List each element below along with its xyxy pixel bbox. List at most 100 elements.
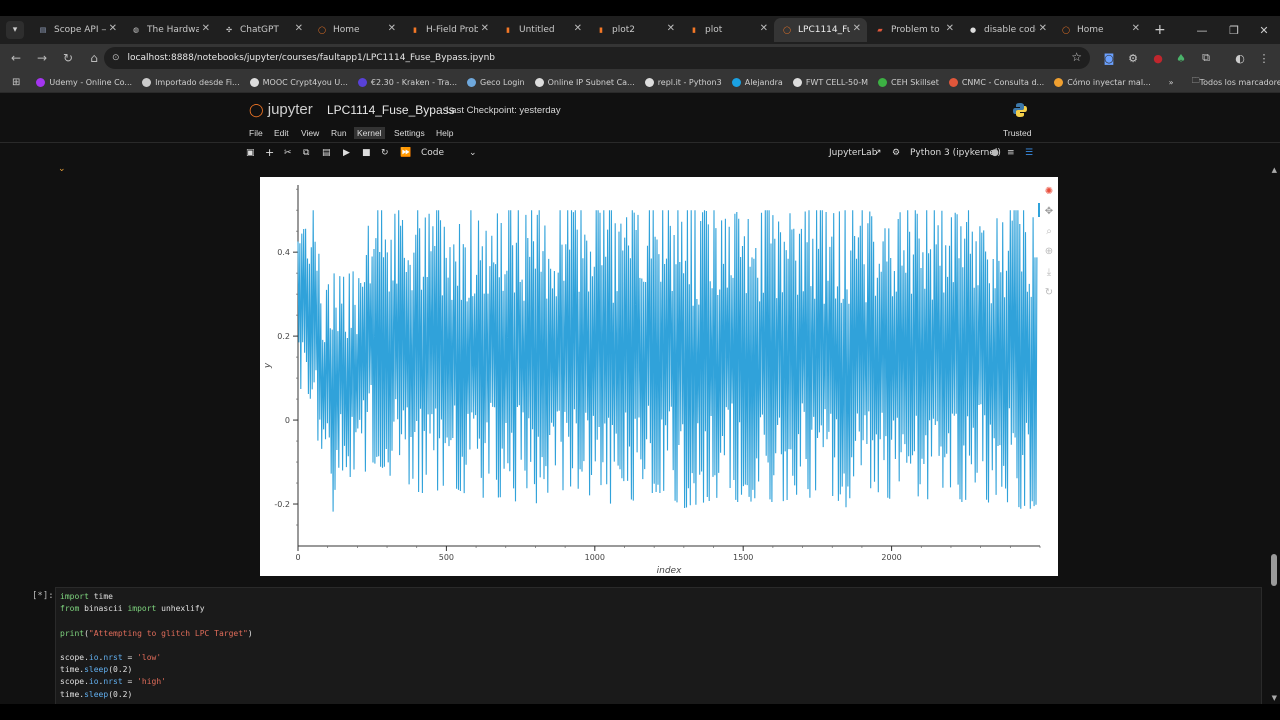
bookmark-item[interactable]: CNMC - Consulta d...: [948, 77, 1044, 87]
save-icon[interactable]: ▣: [246, 148, 255, 158]
bookmark-star-icon[interactable]: ☆: [1071, 50, 1082, 64]
close-tab-icon[interactable]: ✕: [388, 23, 396, 34]
close-tab-icon[interactable]: ✕: [574, 23, 582, 34]
bookmark-item[interactable]: FWT CELL-50-M: [792, 77, 868, 87]
browser-tab[interactable]: ● disable code ✕: [960, 18, 1053, 42]
scrollbar-thumb[interactable]: [1271, 554, 1277, 586]
bookmark-item[interactable]: repl.it - Python3: [644, 77, 722, 87]
code-cell[interactable]: import time from binascii import unhexlif…: [55, 587, 1262, 720]
list-icon[interactable]: ≡: [1007, 148, 1015, 158]
menu-edit[interactable]: Edit: [274, 128, 289, 138]
bookmark-item[interactable]: Cómo inyectar mal...: [1054, 77, 1151, 87]
tab-label: plot2: [612, 25, 635, 35]
forward-icon[interactable]: →: [30, 46, 54, 70]
reload-icon[interactable]: ↻: [56, 46, 80, 70]
jupyterlab-link[interactable]: JupyterLab: [829, 148, 877, 158]
browser-tab[interactable]: ▮ H-Field Prob ✕: [402, 18, 495, 42]
new-tab-button[interactable]: +: [1154, 22, 1170, 38]
bookmark-item[interactable]: MOOC Crypt4you U...: [249, 77, 348, 87]
copy-icon[interactable]: ⧉: [303, 148, 309, 158]
extensions-puzzle-icon[interactable]: ⧉: [1196, 48, 1216, 68]
profile-avatar[interactable]: ◐: [1230, 48, 1250, 68]
close-tab-icon[interactable]: ✕: [1039, 23, 1047, 34]
notebook-title[interactable]: LPC1114_Fuse_Bypass: [327, 103, 455, 117]
bookmark-item[interactable]: Online IP Subnet Ca...: [534, 77, 635, 87]
extension-icon[interactable]: ♠: [1171, 48, 1191, 68]
tab-label: H-Field Prob: [426, 25, 478, 35]
close-tab-icon[interactable]: ✕: [109, 23, 117, 34]
address-bar[interactable]: ⊙ localhost:8888/notebooks/jupyter/cours…: [104, 47, 1090, 69]
output-collapse-icon[interactable]: ⌄: [58, 164, 66, 174]
insert-cell-icon[interactable]: +: [265, 146, 274, 159]
close-tab-icon[interactable]: ✕: [1132, 23, 1140, 34]
external-link-icon[interactable]: ↗: [874, 148, 882, 158]
browser-tab[interactable]: ▮ plot2 ✕: [588, 18, 681, 42]
browser-tab[interactable]: ▮ Untitled ✕: [495, 18, 588, 42]
menu-run[interactable]: Run: [331, 128, 347, 138]
jupyter-logo[interactable]: ◯ jupyter: [249, 101, 313, 118]
bookmarks-overflow-icon[interactable]: »: [1169, 78, 1174, 87]
restart-run-all-icon[interactable]: ⏩: [400, 148, 411, 158]
back-icon[interactable]: ←: [4, 46, 28, 70]
save-icon[interactable]: ⤓: [1047, 267, 1052, 278]
minimize-button[interactable]: —: [1186, 16, 1218, 44]
box-zoom-icon[interactable]: ⌕: [1046, 226, 1052, 237]
apps-grid-icon[interactable]: ⊞: [12, 77, 20, 88]
gear-icon[interactable]: ⚙: [892, 148, 900, 158]
browser-tab[interactable]: ▤ Scope API — ✕: [30, 18, 123, 42]
chevron-down-icon[interactable]: ⌄: [469, 148, 477, 158]
site-info-icon[interactable]: ⊙: [112, 53, 120, 63]
menu-file[interactable]: File: [249, 128, 263, 138]
trusted-badge[interactable]: Trusted: [1003, 128, 1032, 138]
scroll-down-icon[interactable]: ▼: [1272, 694, 1277, 702]
all-bookmarks-folder[interactable]: 🗀 Todos los marcadores: [1192, 75, 1280, 89]
wheel-zoom-icon[interactable]: ⊕: [1045, 246, 1053, 257]
code-editor[interactable]: import time from binascii import unhexlif…: [60, 591, 253, 701]
table-of-contents-icon[interactable]: ☰: [1025, 148, 1033, 158]
menu-settings[interactable]: Settings: [394, 128, 425, 138]
menu-kebab-icon[interactable]: ⋮: [1254, 48, 1274, 68]
close-tab-icon[interactable]: ✕: [481, 23, 489, 34]
close-tab-icon[interactable]: ✕: [946, 23, 954, 34]
home-icon[interactable]: ⌂: [82, 46, 106, 70]
maximize-button[interactable]: ❐: [1218, 16, 1250, 44]
menu-view[interactable]: View: [301, 128, 319, 138]
run-icon[interactable]: ▶: [343, 148, 350, 158]
extension-icon[interactable]: ◙: [1099, 48, 1119, 68]
browser-tab[interactable]: ✣ ChatGPT ✕: [216, 18, 309, 42]
paste-icon[interactable]: ▤: [322, 148, 331, 158]
cut-icon[interactable]: ✂: [284, 148, 292, 158]
stop-icon[interactable]: ■: [362, 148, 371, 158]
browser-tab[interactable]: ◯ Home ✕: [309, 18, 402, 42]
tab-search-button[interactable]: ▾: [6, 21, 24, 39]
browser-tab[interactable]: ◍ The Hardwa ✕: [123, 18, 216, 42]
close-tab-icon[interactable]: ✕: [760, 23, 768, 34]
kernel-name[interactable]: Python 3 (ipykernel): [910, 148, 1001, 158]
bookmark-item[interactable]: Udemy - Online Co...: [36, 77, 132, 87]
bookmark-item[interactable]: Geco Login: [467, 77, 525, 87]
extension-icon[interactable]: ●: [1148, 48, 1168, 68]
pan-icon[interactable]: ✥: [1045, 206, 1053, 217]
restart-icon[interactable]: ↻: [381, 148, 389, 158]
bookmark-item[interactable]: Alejandra: [731, 77, 783, 87]
bookmark-item[interactable]: Importado desde Fi...: [142, 77, 240, 87]
bookmark-item[interactable]: CEH Skillset: [878, 77, 939, 87]
menu-kernel[interactable]: Kernel: [354, 127, 385, 139]
close-tab-icon[interactable]: ✕: [667, 23, 675, 34]
browser-tab[interactable]: ◯ Home ✕: [1053, 18, 1146, 42]
browser-tab[interactable]: ▰ Problem to ✕: [867, 18, 960, 42]
bookmark-item[interactable]: €2.30 - Kraken - Tra...: [357, 77, 457, 87]
close-tab-icon[interactable]: ✕: [202, 23, 210, 34]
close-tab-icon[interactable]: ✕: [295, 23, 303, 34]
menu-help[interactable]: Help: [436, 128, 453, 138]
close-window-button[interactable]: ✕: [1248, 16, 1280, 44]
browser-tab[interactable]: ◯ LPC1114_Fu ✕: [774, 18, 867, 42]
close-tab-icon[interactable]: ✕: [853, 23, 861, 34]
scroll-up-icon[interactable]: ▲: [1272, 166, 1277, 174]
bookmark-label: repl.it - Python3: [657, 77, 722, 87]
cell-type-select[interactable]: Code: [421, 148, 444, 158]
browser-tab[interactable]: ▮ plot ✕: [681, 18, 774, 42]
reset-icon[interactable]: ↻: [1045, 287, 1053, 298]
bokeh-logo-icon[interactable]: ✺: [1045, 186, 1053, 197]
extension-icon[interactable]: ⚙: [1123, 48, 1143, 68]
